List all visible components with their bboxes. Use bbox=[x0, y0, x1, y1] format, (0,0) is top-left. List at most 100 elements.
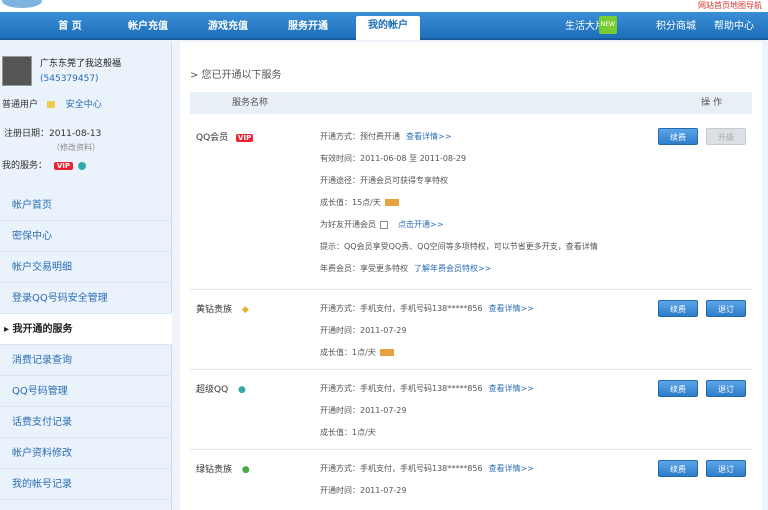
table-header: 服务名称 操 作 bbox=[190, 92, 752, 114]
detail-text: 开通途径：开通会员可获得专享特权 bbox=[320, 176, 448, 185]
site-logo[interactable] bbox=[2, 0, 42, 8]
nav-right-points[interactable]: 积分商城 bbox=[656, 18, 696, 36]
detail-text: 开通方式：手机支付，手机号码138*****856 bbox=[320, 384, 483, 393]
service-name-label: 绿钻贵族 bbox=[196, 465, 233, 475]
nav-item-recharge[interactable]: 帐户充值 bbox=[120, 18, 176, 40]
detail-text: 为好友开通会员 bbox=[320, 220, 376, 229]
service-detail-line: 有效时间：2011-06-08 至 2011-08-29 bbox=[320, 148, 598, 170]
sidebar-item-account-records[interactable]: 我的帐号记录 bbox=[0, 469, 172, 500]
user-name: 广东东莞了我这般福 bbox=[40, 59, 122, 69]
sidebar-item-consumption[interactable]: 消费记录查询 bbox=[0, 345, 172, 376]
detail-text: 年费会员：享受更多特权 bbox=[320, 264, 408, 273]
detail-link[interactable]: 查看详情>> bbox=[406, 132, 451, 141]
user-id: (545379457) bbox=[40, 74, 99, 84]
unsubscribe-button[interactable]: 退订 bbox=[706, 380, 746, 397]
service-name: QQ会员 VIP bbox=[196, 130, 254, 143]
super-qq-icon: ● bbox=[238, 385, 246, 395]
service-details: 开通方式：手机支付，手机号码138*****856 查看详情>> 开通时间：201… bbox=[320, 458, 534, 502]
detail-text: 提示：QQ会员享受QQ秀、QQ空间等多项特权，可以节省更多开支，查看详情 bbox=[320, 242, 598, 251]
sidebar-item-security[interactable]: 密保中心 bbox=[0, 221, 172, 252]
detail-link[interactable]: 点击开通>> bbox=[398, 220, 443, 229]
nav-right-help[interactable]: 帮助中心 bbox=[714, 18, 754, 36]
service-detail-line: 开通方式：手机支付，手机号码138*****856 查看详情>> bbox=[320, 298, 534, 320]
sidebar-item-login-security[interactable]: 登录QQ号码安全管理 bbox=[0, 283, 172, 314]
diamond-icon: ◆ bbox=[241, 305, 249, 315]
nav-right-life[interactable]: 生活大片 NEW bbox=[565, 16, 617, 36]
nav-item-my-account[interactable]: 我的帐户 bbox=[356, 16, 420, 40]
qq-icon[interactable] bbox=[77, 161, 86, 170]
level-bar-icon bbox=[379, 349, 394, 356]
detail-link[interactable]: 查看详情>> bbox=[489, 464, 534, 473]
sidebar-item-account-home[interactable]: 帐户首页 bbox=[0, 190, 172, 221]
detail-text: 开通方式：手机支付，手机号码138*****856 bbox=[320, 304, 483, 313]
service-details: 开通方式：手机支付，手机号码138*****856 查看详情>> 开通时间：201… bbox=[320, 298, 534, 364]
service-row: QQ会员 VIP 开通方式：预付费开通 查看详情>> 有效时间：2011-06-0… bbox=[190, 120, 752, 290]
register-date: 注册日期：2011-08-13 bbox=[4, 129, 102, 139]
service-detail-line: 开通时间：2011-07-29 bbox=[320, 320, 534, 342]
top-bar: 网站首页地图导航 bbox=[0, 0, 768, 12]
unsubscribe-button[interactable]: 退订 bbox=[706, 460, 746, 477]
upgrade-button[interactable]: 升级 bbox=[706, 128, 746, 145]
sidebar-item-qq-numbers[interactable]: QQ号码管理 bbox=[0, 376, 172, 407]
unsubscribe-button[interactable]: 退订 bbox=[706, 300, 746, 317]
sidebar-item-phone-payments[interactable]: 话费支付记录 bbox=[0, 407, 172, 438]
service-detail-line: 成长值：1点/天 bbox=[320, 342, 534, 364]
renew-button[interactable]: 续费 bbox=[658, 460, 698, 477]
top-right-link[interactable]: 网站首页地图导航 bbox=[698, 0, 762, 11]
detail-link[interactable]: 查看详情>> bbox=[489, 384, 534, 393]
service-details: 开通方式：手机支付，手机号码138*****856 查看详情>> 开通时间：201… bbox=[320, 378, 534, 444]
detail-text: 成长值：1点/天 bbox=[320, 348, 376, 357]
service-detail-line: 为好友开通会员 点击开通>> bbox=[320, 214, 598, 236]
sidebar-item-transactions[interactable]: 帐户交易明细 bbox=[0, 252, 172, 283]
my-service-row: 我的服务： VIP bbox=[2, 158, 86, 171]
nav-item-home[interactable]: 首 页 bbox=[50, 18, 90, 40]
user-level-row: 普通用户 安全中心 bbox=[2, 97, 102, 110]
vip-icon: VIP bbox=[236, 134, 254, 142]
service-name: 绿钻贵族 ● bbox=[196, 462, 252, 475]
renew-button[interactable]: 续费 bbox=[658, 380, 698, 397]
security-center-link[interactable]: 安全中心 bbox=[66, 100, 102, 110]
service-detail-line: 开通时间：2011-07-29 bbox=[320, 480, 534, 502]
detail-text: 开通方式：预付费开通 bbox=[320, 132, 400, 141]
detail-text: 有效时间：2011-06-08 至 2011-08-29 bbox=[320, 154, 467, 163]
service-name: 超级QQ ● bbox=[196, 382, 248, 395]
col-service-name: 服务名称 bbox=[232, 98, 269, 108]
renew-button[interactable]: 续费 bbox=[658, 128, 698, 145]
sidebar-menu: 帐户首页 密保中心 帐户交易明细 登录QQ号码安全管理 ▸ 我开通的服务 消费记… bbox=[0, 190, 172, 500]
service-detail-line: 年费会员：享受更多特权 了解年费会员特权>> bbox=[320, 258, 598, 280]
my-service-label: 我的服务： bbox=[2, 161, 48, 171]
sidebar: 广东东莞了我这般福 (545379457) 普通用户 安全中心 注册日期：201… bbox=[0, 42, 172, 510]
detail-text: 成长值：1点/天 bbox=[320, 428, 376, 437]
col-operations: 操 作 bbox=[701, 98, 722, 108]
edit-profile-link[interactable]: （修改资料） bbox=[52, 142, 100, 153]
vip-icon[interactable]: VIP bbox=[53, 162, 74, 170]
service-detail-line: 提示：QQ会员享受QQ秀、QQ空间等多项特权，可以节省更多开支，查看详情 bbox=[320, 236, 598, 258]
nav-item-service[interactable]: 服务开通 bbox=[280, 18, 336, 40]
service-detail-line: 开通方式：手机支付，手机号码138*****856 查看详情>> bbox=[320, 378, 534, 400]
service-detail-line: 成长值：1点/天 bbox=[320, 422, 534, 444]
service-name-label: 黄钻贵族 bbox=[196, 305, 233, 315]
sidebar-item-edit-profile[interactable]: 帐户资料修改 bbox=[0, 438, 172, 469]
sidebar-item-my-services[interactable]: ▸ 我开通的服务 bbox=[0, 314, 172, 345]
service-name-label: QQ会员 bbox=[196, 133, 229, 143]
service-details: 开通方式：预付费开通 查看详情>> 有效时间：2011-06-08 至 2011-… bbox=[320, 126, 598, 280]
renew-button[interactable]: 续费 bbox=[658, 300, 698, 317]
gift-checkbox[interactable] bbox=[380, 220, 388, 229]
user-level: 普通用户 bbox=[2, 100, 39, 110]
avatar[interactable] bbox=[2, 56, 32, 86]
lock-icon bbox=[46, 101, 55, 108]
level-bar-icon bbox=[384, 199, 399, 206]
detail-link[interactable]: 查看详情>> bbox=[489, 304, 534, 313]
detail-text: 开通方式：手机支付，手机号码138*****856 bbox=[320, 464, 483, 473]
sidebar-item-my-services-label: 我开通的服务 bbox=[12, 324, 73, 335]
detail-link[interactable]: 了解年费会员特权>> bbox=[414, 264, 491, 273]
service-detail-line: 开通途径：开通会员可获得专享特权 bbox=[320, 170, 598, 192]
service-row: 绿钻贵族 ● 开通方式：手机支付，手机号码138*****856 查看详情>> 开… bbox=[190, 452, 752, 510]
breadcrumb: > 您已开通以下服务 bbox=[190, 70, 282, 81]
service-row: 黄钻贵族 ◆ 开通方式：手机支付，手机号码138*****856 查看详情>> 开… bbox=[190, 292, 752, 370]
service-row: 超级QQ ● 开通方式：手机支付，手机号码138*****856 查看详情>> 开… bbox=[190, 372, 752, 450]
service-detail-line: 开通时间：2011-07-29 bbox=[320, 400, 534, 422]
detail-text: 开通时间：2011-07-29 bbox=[320, 406, 407, 415]
nav-item-game-recharge[interactable]: 游戏充值 bbox=[200, 18, 256, 40]
detail-text: 开通时间：2011-07-29 bbox=[320, 326, 407, 335]
